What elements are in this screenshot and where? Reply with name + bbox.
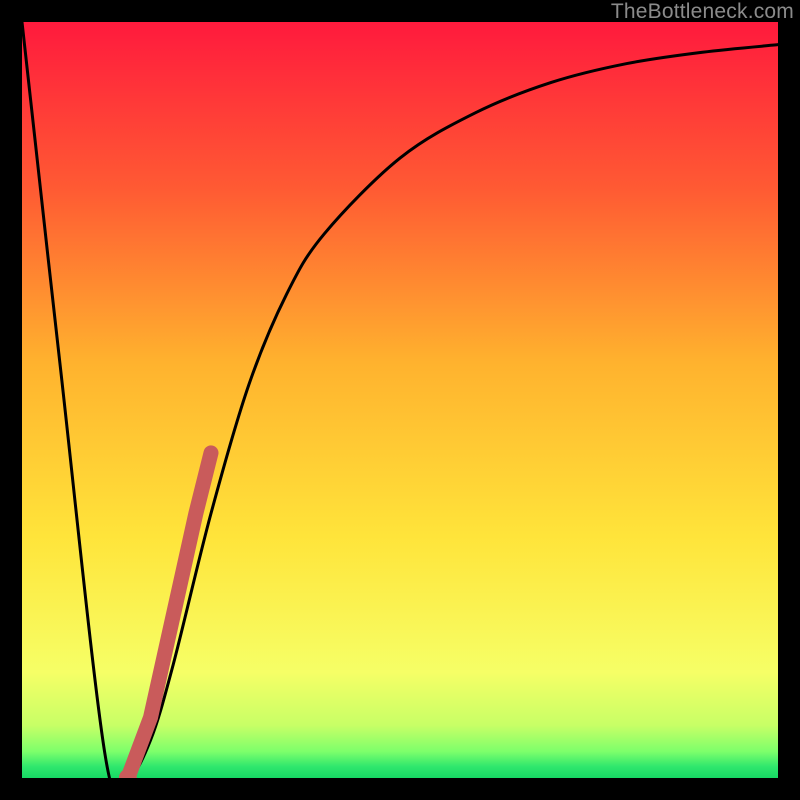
bottleneck-curve: [22, 22, 778, 778]
plot-area: [22, 22, 778, 778]
chart-frame: TheBottleneck.com: [0, 0, 800, 800]
watermark-text: TheBottleneck.com: [611, 0, 794, 24]
